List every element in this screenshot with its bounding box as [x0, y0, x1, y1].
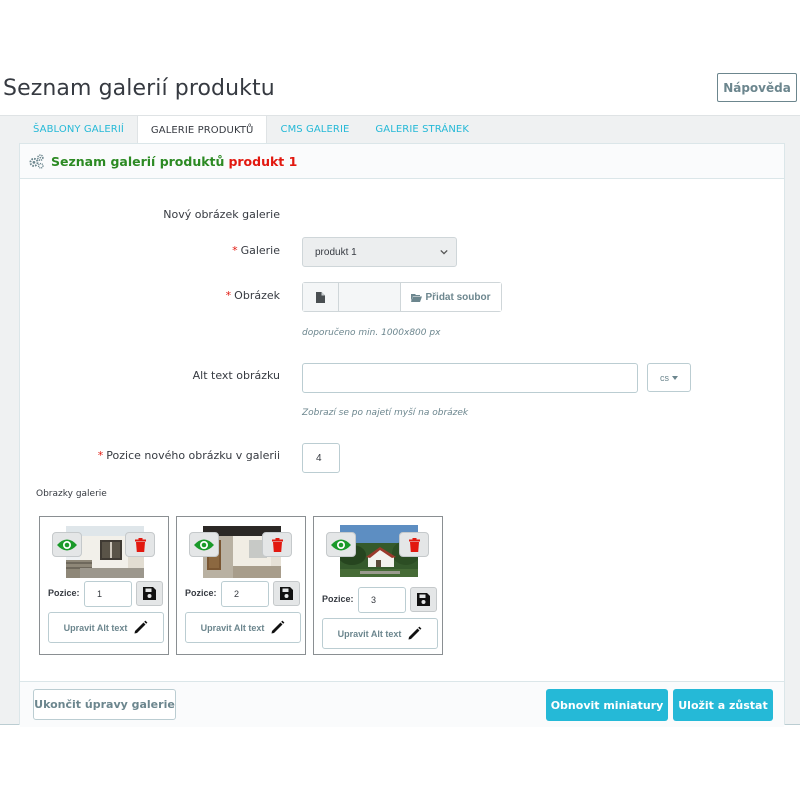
add-file-label: Přidat soubor — [425, 291, 491, 303]
trash-icon — [408, 537, 420, 552]
finish-gallery-edit-button[interactable]: Ukončit úpravy galerie — [33, 689, 176, 720]
edit-alt-text-button[interactable]: Upravit Alt text — [185, 612, 301, 643]
eye-icon — [57, 539, 77, 550]
show-image-button[interactable] — [189, 532, 219, 557]
delete-image-button[interactable] — [125, 532, 155, 557]
gallery-image-card: Pozice: 3 Upravit Alt text — [313, 516, 443, 655]
alt-text-hint: Zobrazí se po najetí myší na obrázek — [302, 408, 469, 418]
image-position-input[interactable]: 3 — [358, 587, 406, 613]
help-button[interactable]: Nápověda — [717, 73, 797, 102]
save-position-button[interactable] — [273, 581, 300, 606]
panel-heading: Seznam galerií produktů produkt 1 — [20, 144, 784, 179]
page-title: Seznam galerií produktu — [3, 76, 275, 101]
edit-alt-text-label: Upravit Alt text — [63, 622, 128, 633]
delete-image-button[interactable] — [399, 532, 429, 557]
save-position-button[interactable] — [136, 581, 163, 606]
eye-icon — [194, 539, 214, 550]
save-icon — [417, 593, 430, 606]
tab-gallery-templates[interactable]: ŠABLONY GALERIÍ — [20, 115, 137, 143]
new-image-position-input[interactable]: 4 — [302, 443, 340, 473]
tab-page-galleries[interactable]: GALERIE STRÁNEK — [362, 115, 482, 143]
pencil-icon — [271, 620, 285, 634]
trash-icon — [271, 537, 283, 552]
chevron-down-icon — [440, 249, 448, 255]
file-icon-cell — [303, 283, 339, 311]
save-and-stay-button[interactable]: Uložit a zůstat — [673, 689, 773, 721]
language-dropdown[interactable]: cs — [647, 363, 691, 392]
edit-alt-text-label: Upravit Alt text — [200, 622, 265, 633]
panel-title: Seznam galerií produktů — [51, 153, 225, 169]
save-icon — [280, 587, 293, 600]
show-image-button[interactable] — [326, 532, 356, 557]
delete-image-button[interactable] — [262, 532, 292, 557]
show-image-button[interactable] — [52, 532, 82, 557]
alt-text-label: Alt text obrázku — [192, 369, 280, 382]
position-label: * Pozice nového obrázku v galerii — [97, 449, 280, 462]
pencil-icon — [134, 620, 148, 634]
gallery-select[interactable]: produkt 1 — [302, 237, 457, 267]
save-position-button[interactable] — [410, 587, 437, 612]
file-icon — [316, 291, 325, 303]
gallery-image-card: Pozice: 1 Upravit Alt text — [39, 516, 169, 655]
save-icon — [143, 587, 156, 600]
edit-alt-text-button[interactable]: Upravit Alt text — [48, 612, 164, 643]
pencil-icon — [408, 626, 422, 640]
position-label: Pozice: — [48, 588, 80, 598]
position-label: Pozice: — [185, 588, 217, 598]
file-name-field[interactable] — [339, 283, 401, 311]
tab-cms-galleries[interactable]: CMS GALERIE — [267, 115, 362, 143]
eye-icon — [331, 539, 351, 550]
alt-text-input[interactable] — [302, 363, 638, 393]
language-value: cs — [660, 372, 669, 383]
tab-bar: ŠABLONY GALERIÍ GALERIE PRODUKTŮ CMS GAL… — [0, 115, 482, 145]
page: Seznam galerií produktu Nápověda ŠABLONY… — [0, 0, 800, 800]
image-size-hint: doporučeno min. 1000x800 px — [302, 328, 441, 338]
folder-open-icon — [411, 293, 423, 302]
caret-down-icon — [672, 375, 678, 380]
required-mark: * — [232, 244, 238, 257]
position-label: Pozice: — [322, 594, 354, 604]
required-mark: * — [97, 449, 104, 462]
required-mark: * — [225, 289, 232, 302]
gallery-image-card: Pozice: 2 Upravit Alt text — [176, 516, 306, 655]
image-position-input[interactable]: 1 — [84, 581, 132, 607]
edit-alt-text-label: Upravit Alt text — [337, 628, 402, 639]
new-image-heading: Nový obrázek galerie — [163, 208, 280, 221]
tab-product-galleries[interactable]: GALERIE PRODUKTŮ — [136, 115, 268, 145]
gallery-select-value: produkt 1 — [315, 246, 357, 258]
panel-footer: Ukončit úpravy galerie Obnovit miniatury… — [20, 681, 784, 727]
refresh-thumbnails-button[interactable]: Obnovit miniatury — [546, 689, 668, 721]
edit-alt-text-button[interactable]: Upravit Alt text — [322, 618, 438, 649]
panel-product-name: produkt 1 — [228, 153, 298, 169]
gallery-images-label: Obrazky galerie — [36, 489, 107, 499]
add-file-button[interactable]: Přidat soubor — [401, 283, 501, 311]
trash-icon — [134, 537, 146, 552]
image-position-input[interactable]: 2 — [221, 581, 269, 607]
gallery-label: * Galerie — [232, 244, 280, 257]
image-label: * Obrázek — [225, 289, 280, 302]
cogs-icon — [29, 153, 44, 169]
image-file-input[interactable]: Přidat soubor — [302, 282, 502, 312]
